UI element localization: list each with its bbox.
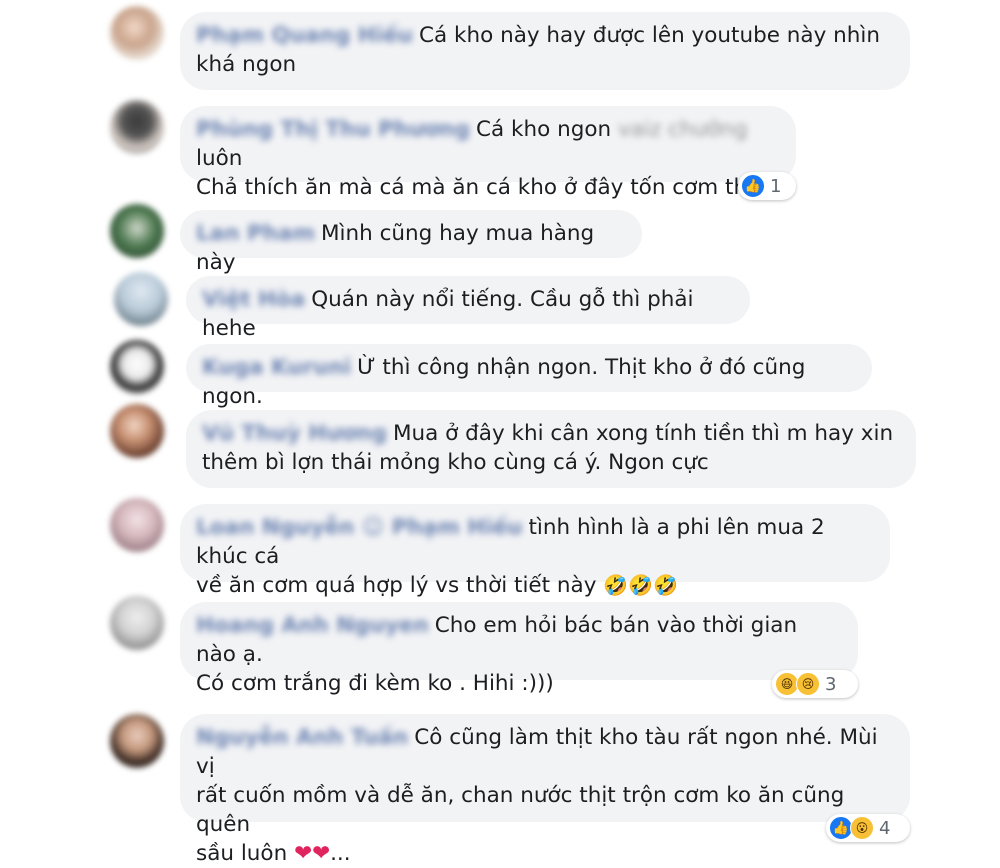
commenter-name[interactable]: Vũ Thuỳ Hương — [202, 419, 387, 448]
comment-bubble: Loan Nguyễn ☺ Phạm Hiếu tình hình là a ph… — [180, 504, 890, 598]
comment-text: Cá kho ngon — [475, 117, 612, 142]
comment-bubble: Vũ Thuỳ Hương Mua ở đây khi cân xong tính… — [186, 410, 916, 488]
comment-text: Chả thích ăn mà cá mà ăn cá kho ở đây tố… — [196, 175, 769, 200]
comment-text: ... — [330, 841, 351, 866]
reaction-count: 4 — [879, 817, 891, 839]
commenter-name[interactable]: Hoang Anh Nguyen — [196, 611, 429, 640]
comment-text: thêm bì lợn thái mỏng kho cùng cá ý. Ngo… — [202, 450, 709, 475]
comment-text: Cá kho này hay được lên youtube này nhìn — [418, 23, 881, 48]
comment-text: Có cơm trắng đi kèm ko . Hihi :))) — [196, 671, 554, 696]
comment-text: về ăn cơm quá hợp lý vs thời tiết này — [196, 573, 597, 598]
like-icon: 👍 — [741, 174, 765, 198]
comment-bubble: Phạm Quang Hiếu Cá kho này hay được lên y… — [180, 12, 910, 90]
reaction-count: 3 — [825, 673, 837, 695]
avatar[interactable] — [110, 6, 164, 60]
comment-bubble: Hoang Anh Nguyen Cho em hỏi bác bán vào t… — [180, 602, 858, 696]
hidden-text: vaiz chưởng — [617, 117, 748, 142]
avatar[interactable] — [110, 204, 164, 258]
wow-icon: 😮 — [850, 816, 874, 840]
commenter-name[interactable]: Phùng Thị Thu Phương — [196, 115, 470, 144]
reaction-summary[interactable]: 👍 😮 4 — [826, 814, 910, 842]
avatar[interactable] — [110, 498, 164, 552]
commenter-name[interactable]: Lan Pham — [196, 219, 315, 248]
commenter-name[interactable]: Phạm Quang Hiếu — [196, 21, 413, 50]
heart-emoji: ❤❤ — [294, 841, 331, 866]
comment-bubble: Phùng Thị Thu Phương Cá kho ngon vaiz chư… — [180, 106, 796, 200]
comment-text: sầu luôn — [196, 841, 288, 866]
avatar[interactable] — [110, 100, 164, 154]
commenter-name[interactable]: Kuga Kuruni — [202, 353, 351, 382]
comment-bubble: Kuga Kuruni Ừ thì công nhận ngon. Thịt kh… — [186, 344, 872, 409]
reaction-summary[interactable]: 👍 1 — [738, 172, 796, 200]
comment-text: Mua ở đây khi cân xong tính tiền thì m h… — [392, 421, 894, 446]
commenter-name[interactable]: Loan Nguyễn ☺ Phạm Hiếu — [196, 513, 522, 542]
avatar[interactable] — [110, 714, 164, 768]
reaction-count: 1 — [770, 175, 782, 197]
comment-bubble: Việt Hòa Quán này nổi tiếng. Cầu gỗ thì p… — [186, 276, 750, 341]
avatar[interactable] — [110, 404, 164, 458]
comment-bubble: Lan Pham Mình cũng hay mua hàng này — [180, 210, 642, 275]
rofl-emoji: 🤣🤣🤣 — [603, 573, 679, 597]
comment-text: luôn — [196, 146, 243, 171]
reaction-summary[interactable]: 😆 😢 3 — [772, 670, 858, 698]
sad-icon: 😢 — [796, 672, 820, 696]
commenter-name[interactable]: Việt Hòa — [202, 285, 305, 314]
comment-text: rất cuốn mồm và dễ ăn, chan nước thịt tr… — [196, 783, 845, 837]
avatar[interactable] — [114, 272, 168, 326]
comment-text: khá ngon — [196, 52, 297, 77]
commenter-name[interactable]: Nguyễn Anh Tuấn — [196, 723, 408, 752]
avatar[interactable] — [110, 596, 164, 650]
avatar[interactable] — [110, 340, 164, 394]
comment-bubble: Nguyễn Anh Tuấn Cô cũng làm thịt kho tàu … — [180, 714, 910, 866]
